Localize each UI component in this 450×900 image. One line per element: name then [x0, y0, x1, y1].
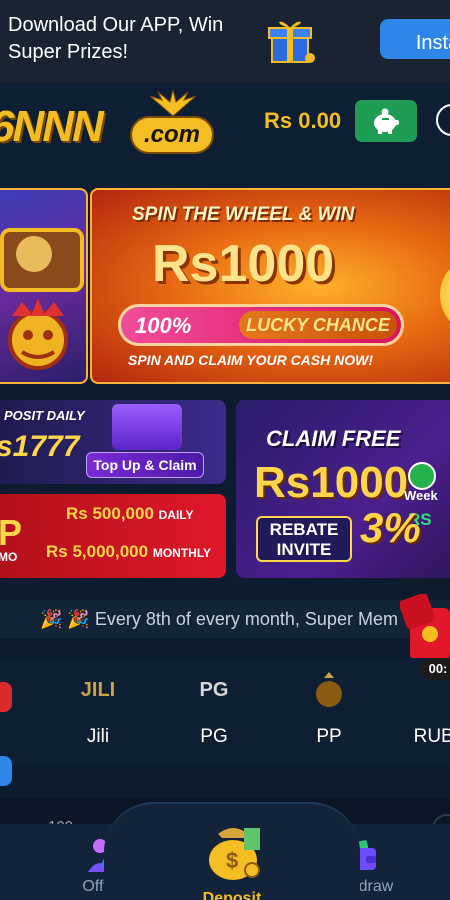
phoenix-wings-icon: [149, 90, 197, 117]
rebate-percent: 3%: [360, 504, 421, 551]
envelope-timer: 00:: [420, 658, 450, 680]
spin-banner-subtitle: SPIN AND CLAIM YOUR CASH NOW!: [128, 352, 373, 368]
jili-logo: JILI: [80, 679, 116, 701]
spin-wheel-banner[interactable]: SPIN THE WHEEL & WIN Rs1000 100% LUCKY C…: [90, 188, 450, 384]
provider-pg[interactable]: PG PG: [174, 658, 254, 766]
nav-deposit[interactable]: $: [104, 802, 360, 900]
treasure-chest-banner[interactable]: [0, 188, 88, 384]
share-arrow-icon: [408, 462, 436, 490]
logo-text: 6NNN: [0, 102, 104, 151]
site-logo[interactable]: 6NNN .com: [0, 90, 230, 162]
daily-monthly-promo[interactable]: P MO Rs 500,000 DAILY Rs 5,000,000 MONTH…: [0, 494, 226, 578]
pp-logo: [289, 672, 369, 708]
logo-suffix: .com: [130, 116, 214, 154]
rebate-invite-label: REBATE INVITE: [256, 516, 352, 562]
download-app-banner: Download Our APP, Win Super Prizes! Inst…: [0, 0, 450, 82]
provider-pp[interactable]: PP: [289, 658, 369, 766]
balance-display: Rs 0.00: [264, 108, 342, 133]
provider-name: RUBY: [413, 726, 450, 747]
install-button[interactable]: Insta: [380, 19, 450, 59]
spin-banner-amount: Rs1000: [152, 235, 335, 293]
promo-left-sub: MO: [0, 550, 18, 564]
pg-logo: PG: [199, 679, 229, 701]
deposit-daily-promo[interactable]: POSIT DAILY s1777 Top Up & Claim: [0, 400, 226, 484]
claim-free-label: CLAIM FREE: [266, 426, 401, 451]
weekly-label: Week: [404, 488, 438, 503]
claim-free-promo[interactable]: CLAIM FREE Rs1000 Week RS REBATE INVITE …: [236, 400, 450, 578]
daily-prize-label: DAILY: [158, 508, 194, 522]
pp-logo-icon: [316, 672, 342, 707]
game-providers-row: JILI Jili PG PG PP RUBY: [0, 658, 450, 786]
claim-free-amount: Rs1000: [254, 458, 409, 507]
deposit-daily-label: POSIT DAILY: [4, 408, 85, 423]
announcement-text: 🎉 🎉 Every 8th of every month, Super Mem: [40, 609, 398, 629]
topup-claim-button[interactable]: Top Up & Claim: [86, 452, 204, 478]
wheel-icon: [440, 260, 450, 330]
gift-box-icon: [264, 14, 318, 66]
lucky-percent: 100%: [135, 313, 192, 338]
top-header: 6NNN .com Rs 0.00: [0, 82, 450, 188]
download-banner-text: Download Our APP, Win Super Prizes!: [8, 14, 224, 63]
piggy-bank-icon: [374, 108, 399, 134]
monthly-prize-label: MONTHLY: [152, 546, 212, 560]
monthly-prize-row: Rs 5,000,000 MONTHLY: [46, 542, 211, 562]
deposit-daily-amount: s1777: [0, 430, 80, 463]
provider-name: Jili: [86, 726, 110, 747]
lucky-chance-pill: 100% LUCKY CHANCE: [118, 304, 404, 346]
announcement-marquee[interactable]: 🎉 🎉 Every 8th of every month, Super Mem: [0, 600, 450, 638]
provider-jili[interactable]: JILI Jili: [58, 658, 138, 766]
spin-banner-title: SPIN THE WHEEL & WIN: [132, 204, 355, 225]
daily-prize-row: Rs 500,000 DAILY: [66, 504, 194, 524]
left-scroll-indicator-2: [0, 756, 12, 786]
daily-prize-amount: Rs 500,000: [66, 504, 154, 523]
promo-left-letter: P: [0, 512, 23, 553]
deposit-wallet-button[interactable]: [355, 100, 417, 142]
provider-name: PP: [316, 726, 342, 747]
left-scroll-indicator: [0, 682, 12, 712]
money-bag-icon: $: [209, 828, 260, 880]
treasure-chest-icon: [0, 228, 84, 370]
menu-icon[interactable]: [436, 104, 450, 136]
lucky-label: LUCKY CHANCE: [239, 311, 397, 339]
purple-chest-icon: [112, 404, 182, 450]
monthly-prize-amount: Rs 5,000,000: [46, 542, 149, 561]
deposit-label: Deposit: [202, 890, 262, 900]
provider-name: PG: [200, 726, 228, 747]
svg-text:$: $: [226, 848, 238, 873]
